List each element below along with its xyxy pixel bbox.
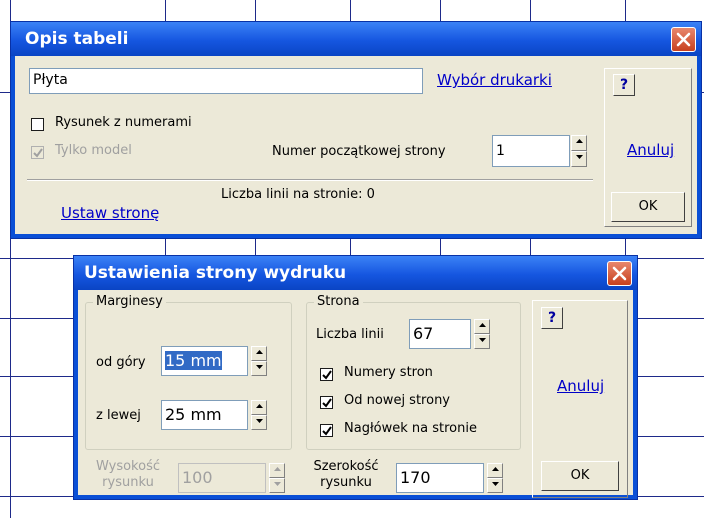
height-label-line2: rysunku: [102, 475, 154, 490]
ok-button[interactable]: OK: [611, 192, 685, 222]
opis-tabeli-dialog: Opis tabeli Płyta Wybór drukarki Rysunek…: [10, 21, 702, 239]
spin-down-icon[interactable]: [487, 478, 503, 493]
opis-button-panel: ? Anuluj OK: [604, 68, 692, 227]
new-page-label: Od nowej strony: [344, 393, 450, 408]
spin-up-icon[interactable]: [487, 463, 503, 478]
start-page-input[interactable]: 1: [492, 135, 570, 167]
opis-titlebar[interactable]: Opis tabeli: [11, 22, 701, 56]
top-margin-spinner[interactable]: [251, 346, 267, 376]
spin-up-icon[interactable]: [571, 135, 587, 151]
page-group-title: Strona: [314, 294, 363, 309]
start-page-label: Numer początkowej strony: [272, 144, 446, 159]
spin-down-icon[interactable]: [251, 415, 267, 430]
close-icon[interactable]: [607, 261, 632, 286]
opis-client: Płyta Wybór drukarki Rysunek z numerami …: [15, 56, 697, 234]
spin-up-icon[interactable]: [251, 346, 267, 361]
left-margin-input[interactable]: 25 mm: [161, 400, 248, 430]
spin-up-icon[interactable]: [251, 400, 267, 415]
cancel-link[interactable]: Anuluj: [557, 377, 604, 395]
setup-client: Marginesy od góry 15 mm z lewej 25 mm St…: [78, 290, 633, 498]
model-only-label: Tylko model: [55, 143, 132, 158]
spin-up-icon[interactable]: [474, 319, 490, 334]
numbers-checkbox-label: Rysunek z numerami: [55, 115, 192, 130]
height-input: 100: [178, 463, 266, 493]
separator: [27, 179, 593, 181]
page-numbers-checkbox[interactable]: [320, 368, 333, 381]
opis-title: Opis tabeli: [25, 29, 129, 49]
spin-down-icon: [269, 478, 285, 493]
help-button[interactable]: ?: [613, 74, 635, 96]
spin-down-icon[interactable]: [571, 151, 587, 167]
model-only-checkbox: [31, 146, 44, 159]
header-checkbox[interactable]: [320, 424, 333, 437]
setup-button-panel: ? Anuluj OK: [532, 300, 628, 498]
width-label-line2: rysunku: [320, 475, 372, 490]
top-margin-value: 15 mm: [165, 351, 222, 370]
page-setup-dialog: Ustawienia strony wydruku Marginesy od g…: [73, 255, 638, 500]
top-margin-label: od góry: [96, 355, 146, 370]
spin-up-icon: [269, 463, 285, 478]
printer-select-link[interactable]: Wybór drukarki: [437, 71, 552, 89]
page-numbers-label: Numery stron: [344, 365, 433, 380]
start-page-spinner[interactable]: [571, 135, 587, 167]
lines-count-spinner[interactable]: [474, 319, 490, 349]
lines-count-label: Liczba linii: [316, 327, 384, 342]
table-name-input[interactable]: Płyta: [29, 68, 423, 94]
close-icon[interactable]: [671, 27, 696, 52]
left-margin-label: z lewej: [96, 408, 141, 423]
height-label-line1: Wysokość: [96, 459, 160, 474]
left-margin-spinner[interactable]: [251, 400, 267, 430]
width-label-line1: Szerokość: [313, 459, 379, 474]
width-spinner[interactable]: [487, 463, 503, 493]
top-margin-input[interactable]: 15 mm: [161, 346, 248, 376]
ok-button[interactable]: OK: [541, 461, 619, 491]
width-input[interactable]: 170: [396, 463, 484, 493]
height-spinner: [269, 463, 285, 493]
cancel-link[interactable]: Anuluj: [627, 141, 674, 159]
header-label: Nagłówek na stronie: [344, 421, 477, 436]
new-page-checkbox[interactable]: [320, 396, 333, 409]
help-button[interactable]: ?: [541, 307, 563, 329]
numbers-checkbox[interactable]: [31, 118, 44, 131]
spin-down-icon[interactable]: [251, 361, 267, 376]
spin-down-icon[interactable]: [474, 334, 490, 349]
margins-group-title: Marginesy: [93, 294, 166, 309]
lines-per-page-info: Liczba linii na stronie: 0: [221, 187, 375, 202]
setup-title: Ustawienia strony wydruku: [84, 263, 347, 283]
lines-count-input[interactable]: 67: [409, 319, 471, 349]
setup-titlebar[interactable]: Ustawienia strony wydruku: [74, 256, 637, 290]
page-setup-link[interactable]: Ustaw stronę: [61, 204, 159, 222]
